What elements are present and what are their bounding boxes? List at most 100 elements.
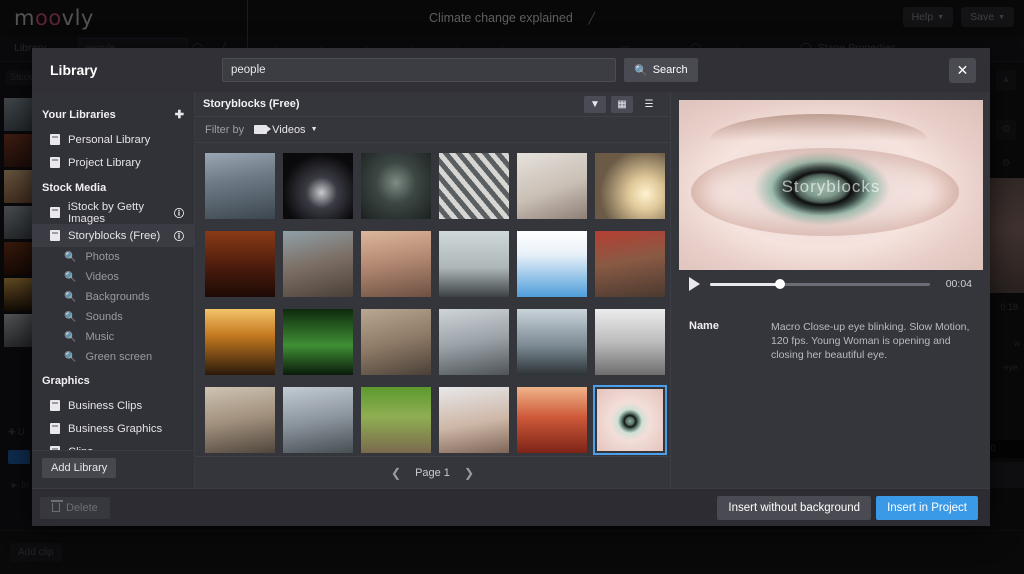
modal-header: Library 🔍 Search ✕ (32, 48, 990, 92)
magnifier-icon: 🔍 (64, 271, 77, 283)
magnifier-icon: 🔍 (64, 291, 77, 303)
thumbnail-image (283, 231, 353, 297)
filter-value-label: Videos (272, 123, 306, 136)
thumbnail-image (595, 231, 665, 297)
info-icon[interactable]: ⓘ (174, 205, 184, 220)
preview-name-label: Name (689, 320, 719, 332)
search-button[interactable]: 🔍 Search (624, 58, 698, 82)
list-view-icon[interactable]: ☰ (638, 96, 660, 113)
seek-handle[interactable] (775, 279, 786, 289)
thumbnail-festival-crowd-aerial[interactable] (281, 229, 355, 299)
thumbnail-crosswalk-aerial[interactable] (437, 151, 511, 221)
thumbnail-sunset-group-silhouette[interactable] (515, 385, 589, 455)
preview-panel: Storyblocks 00:04 Name Macro Close-up ey… (670, 92, 990, 488)
sidebar-item-label: Personal Library (68, 133, 151, 146)
thumbnail-image (205, 387, 275, 453)
video-camera-icon (254, 125, 272, 134)
plus-circle-icon[interactable]: ✚ (175, 108, 184, 121)
thumbnail-stadium-green-lights[interactable] (281, 307, 355, 377)
thumbnail-business-people-walking[interactable] (437, 307, 511, 377)
thumbnail-image (361, 153, 431, 219)
thumbnail-crowd-waving-hands[interactable] (515, 307, 589, 377)
play-icon[interactable] (689, 277, 700, 291)
info-icon[interactable]: ⓘ (174, 228, 184, 243)
sidebar-item-clips[interactable]: Clips (32, 440, 194, 450)
sidebar-subitem-green-screen[interactable]: 🔍 Green screen (32, 347, 194, 367)
magnifier-icon: 🔍 (64, 331, 77, 343)
footer-right: Insert without background Insert in Proj… (717, 495, 978, 520)
thumbnail-group-of-friends[interactable] (359, 229, 433, 299)
thumbnail-street-with-umbrella[interactable] (203, 385, 277, 455)
thumbnail-image (595, 153, 665, 219)
thumbnail-image (595, 309, 665, 375)
thumbnail-woman-talking-closeup[interactable] (437, 385, 511, 455)
search-button-label: Search (652, 64, 688, 76)
thumbnail-figure-in-archway[interactable] (359, 151, 433, 221)
search-icon: 🔍 (634, 64, 648, 77)
thumbnail-image (517, 309, 587, 375)
close-button[interactable]: ✕ (949, 58, 976, 83)
sidebar-item-label: Business Graphics (68, 422, 163, 435)
thumbnail-blue-people-icons[interactable] (515, 229, 589, 299)
search-input[interactable] (222, 58, 616, 82)
thumbnail-dog-running-grass[interactable] (359, 385, 433, 455)
sidebar-item-personal-library[interactable]: Personal Library (32, 128, 194, 151)
delete-button[interactable]: Delete (40, 496, 110, 519)
thumbnail-image (205, 231, 275, 297)
results-header: Storyblocks (Free) ▼ ▦ ☰ (195, 92, 670, 117)
modal-body: Your Libraries ✚ Personal Library Projec… (32, 92, 990, 488)
thumbnail-abstract-dark-bokeh[interactable] (281, 151, 355, 221)
sidebar-scroll[interactable]: Your Libraries ✚ Personal Library Projec… (32, 92, 194, 450)
insert-in-project-button[interactable]: Insert in Project (876, 495, 978, 520)
seek-slider[interactable] (710, 279, 930, 289)
sidebar-item-istock[interactable]: iStock by Getty Images ⓘ (32, 200, 194, 225)
sidebar-subitem-photos[interactable]: 🔍 Photos (32, 247, 194, 267)
thumbnail-hand-reaching-sun[interactable] (593, 151, 667, 221)
sidebar-item-label: Project Library (68, 156, 141, 169)
sidebar-item-business-graphics[interactable]: Business Graphics (32, 417, 194, 440)
book-icon (50, 446, 60, 450)
thumbnail-image (439, 387, 509, 453)
sidebar-item-project-library[interactable]: Project Library (32, 151, 194, 174)
sidebar-item-storyblocks[interactable]: Storyblocks (Free) ⓘ (32, 224, 194, 247)
next-page-button[interactable]: ❯ (464, 466, 474, 480)
thumbnail-white-figurine-crowd[interactable] (593, 307, 667, 377)
sidebar-heading-your-libraries: Your Libraries ✚ (32, 100, 194, 128)
thumbnail-dense-crowd-plaza[interactable] (359, 307, 433, 377)
add-library-button[interactable]: Add Library (42, 458, 117, 478)
filter-icon[interactable]: ▼ (584, 95, 606, 113)
filter-by-label: Filter by (205, 123, 245, 136)
sidebar-item-label: iStock by Getty Images (68, 200, 144, 225)
sidebar-footer: Add Library (32, 450, 194, 488)
grid-view-icon[interactable]: ▦ (611, 95, 633, 113)
thumbnail-people-long-shadows[interactable] (515, 151, 589, 221)
sidebar-subitem-sounds[interactable]: 🔍 Sounds (32, 307, 194, 327)
thumbnail-image (361, 387, 431, 453)
sidebar-subitem-videos[interactable]: 🔍 Videos (32, 267, 194, 287)
thumbnail-concert-crowd-warm[interactable] (203, 229, 277, 299)
thumbnail-image (517, 387, 587, 453)
sidebar-subitem-label: Photos (85, 251, 120, 263)
sidebar-item-label: Business Clips (68, 399, 143, 412)
thumbnail-sunset-hill-silhouette[interactable] (203, 307, 277, 377)
sidebar-subitem-music[interactable]: 🔍 Music (32, 327, 194, 347)
sidebar-item-business-clips[interactable]: Business Clips (32, 394, 194, 417)
magnifier-icon: 🔍 (64, 251, 77, 263)
modal-search-area: 🔍 Search (222, 58, 698, 82)
thumbnail-city-pedestrians[interactable] (281, 385, 355, 455)
thumbnail-grid (199, 151, 670, 456)
book-icon (50, 134, 60, 145)
trash-icon (51, 500, 63, 512)
sidebar-subitem-backgrounds[interactable]: 🔍 Backgrounds (32, 287, 194, 307)
thumbnail-busy-street-market[interactable] (593, 229, 667, 299)
thumbnail-image (597, 389, 663, 451)
prev-page-button[interactable]: ❮ (391, 466, 401, 480)
thumbnail-grid-wrap[interactable] (195, 143, 670, 456)
preview-video[interactable]: Storyblocks (679, 100, 983, 270)
insert-without-background-button[interactable]: Insert without background (717, 495, 872, 520)
thumbnail-macro-eye-blinking[interactable] (593, 385, 667, 455)
thumbnail-crowded-city-street[interactable] (203, 151, 277, 221)
thumbnail-silhouettes-on-beach[interactable] (437, 229, 511, 299)
filter-dropdown[interactable]: Videos ▼ (254, 123, 318, 136)
thumbnail-image (361, 231, 431, 297)
